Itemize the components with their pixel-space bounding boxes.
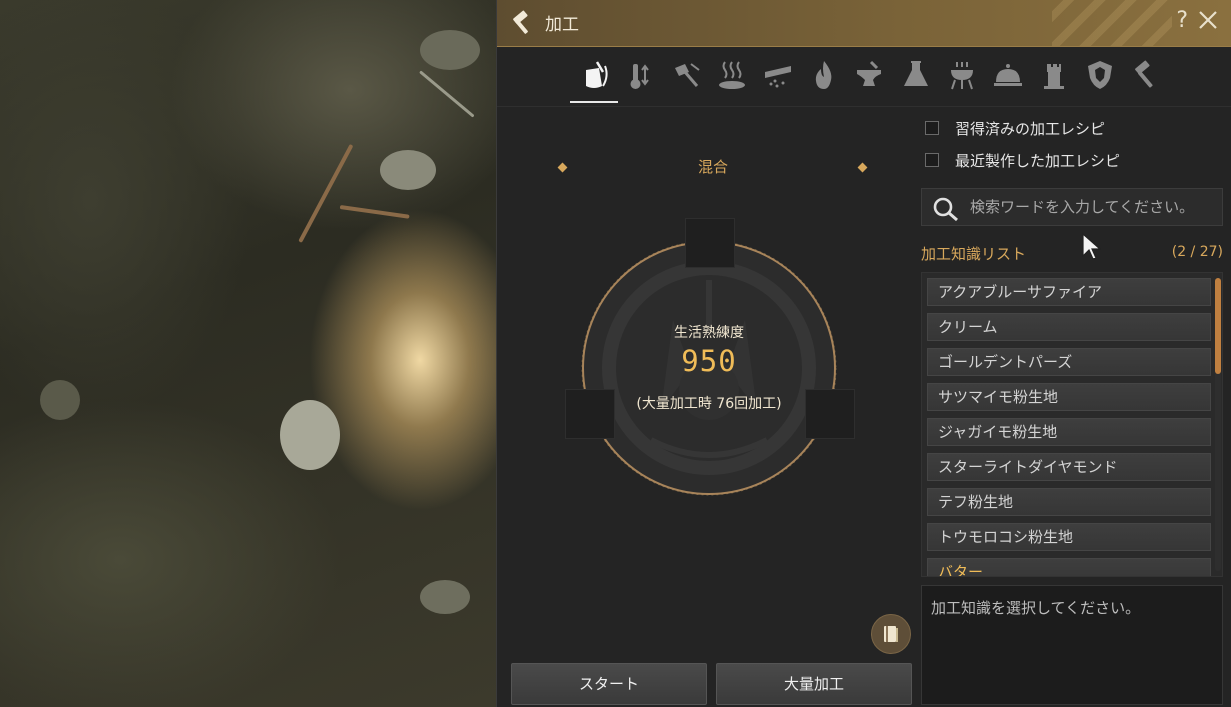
search-box[interactable] xyxy=(921,188,1223,226)
list-item[interactable]: トウモロコシ粉生地 xyxy=(927,523,1211,551)
window-title: 加工 xyxy=(545,15,579,35)
knowledge-list-count: (2 / 27) xyxy=(1171,244,1223,260)
tab-heating[interactable] xyxy=(623,58,657,94)
material-slot-top[interactable] xyxy=(685,218,735,268)
list-item[interactable]: バター xyxy=(927,558,1211,576)
process-type-label: 混合 xyxy=(697,158,728,176)
knowledge-list-title: 加工知識リスト xyxy=(921,245,1027,263)
tab-mixing[interactable] xyxy=(570,58,618,103)
filter-recent-recipes[interactable]: 最近製作した加工レシピ xyxy=(925,150,1155,170)
tab-grill[interactable] xyxy=(945,58,979,94)
search-icon xyxy=(933,197,958,222)
start-button[interactable]: スタート xyxy=(511,663,707,705)
shield-icon xyxy=(1088,61,1112,89)
alchemy-flask-icon xyxy=(904,61,928,86)
recent-label: 最近製作した加工レシピ xyxy=(955,152,1121,170)
branch xyxy=(419,70,475,118)
hammer-icon xyxy=(513,10,528,34)
rock xyxy=(420,580,470,614)
hammer-icon xyxy=(1135,60,1153,88)
tab-cooking[interactable] xyxy=(991,58,1025,94)
rock xyxy=(40,380,80,420)
help-button[interactable]: ? xyxy=(1176,8,1188,33)
title-bar[interactable]: 加工 ? xyxy=(497,0,1231,47)
list-item[interactable]: サツマイモ粉生地 xyxy=(927,383,1211,411)
tower-icon xyxy=(1044,64,1064,89)
tab-shield[interactable] xyxy=(1083,58,1117,94)
mass-process-count: (大量加工時 76回加工) xyxy=(636,396,782,412)
list-scrollbar-thumb[interactable] xyxy=(1215,278,1221,374)
tab-anvil[interactable] xyxy=(853,58,887,94)
branch xyxy=(298,143,354,243)
book-icon xyxy=(884,626,898,642)
fire-icon xyxy=(815,61,832,89)
tab-tower[interactable] xyxy=(1037,58,1071,94)
tab-drying[interactable] xyxy=(715,58,749,94)
description-text: 加工知識を選択してください。 xyxy=(931,599,1141,617)
diamond-decoration xyxy=(857,162,868,173)
cloche-icon xyxy=(994,64,1022,86)
filter-learned-recipes[interactable]: 習得済みの加工レシピ xyxy=(925,118,1135,138)
list-item[interactable]: ゴールデントパーズ xyxy=(927,348,1211,376)
list-item[interactable]: クリーム xyxy=(927,313,1211,341)
drying-icon xyxy=(719,61,745,89)
skill-title: 生活熟練度 xyxy=(674,325,744,341)
anvil-icon xyxy=(857,60,881,86)
tab-hammer[interactable] xyxy=(1129,58,1163,94)
title-decoration xyxy=(1052,0,1172,46)
heating-icon xyxy=(630,64,649,89)
tab-alchemy[interactable] xyxy=(899,58,933,94)
list-item[interactable]: ジャガイモ粉生地 xyxy=(927,418,1211,446)
filtering-icon xyxy=(765,66,791,88)
close-icon[interactable] xyxy=(1194,6,1222,34)
list-item[interactable]: アクアブルーサファイア xyxy=(927,278,1211,306)
game-world-background xyxy=(0,0,496,707)
tab-fire[interactable] xyxy=(807,58,841,94)
category-tabs xyxy=(497,48,1231,107)
chopping-icon xyxy=(675,63,700,87)
learned-label: 習得済みの加工レシピ xyxy=(955,120,1106,138)
branch xyxy=(339,205,410,219)
mouse-cursor-icon xyxy=(1082,232,1102,260)
rock xyxy=(280,400,340,470)
rock xyxy=(380,150,436,190)
grill-icon xyxy=(951,62,973,90)
mass-process-button[interactable]: 大量加工 xyxy=(716,663,912,705)
diamond-decoration xyxy=(557,162,568,173)
recent-checkbox[interactable] xyxy=(925,153,939,167)
learned-checkbox[interactable] xyxy=(925,121,939,135)
processing-window: 加工 ? 混合 生活熟練度 950 (大量加工時 76回加工) スタート 大量加… xyxy=(496,0,1231,707)
mixing-icon xyxy=(586,61,608,88)
knowledge-list: アクアブルーサファイア クリーム ゴールデントパーズ サツマイモ粉生地 ジャガイ… xyxy=(921,272,1223,577)
list-item[interactable]: テフ粉生地 xyxy=(927,488,1211,516)
skill-value: 950 xyxy=(681,344,737,378)
recipe-book-button[interactable] xyxy=(871,614,911,654)
tab-chopping[interactable] xyxy=(669,58,703,94)
search-input[interactable] xyxy=(970,195,1220,219)
tab-filtering[interactable] xyxy=(761,58,795,94)
rock xyxy=(420,30,480,70)
list-item[interactable]: スターライトダイヤモンド xyxy=(927,453,1211,481)
description-panel: 加工知識を選択してください。 xyxy=(921,585,1223,705)
